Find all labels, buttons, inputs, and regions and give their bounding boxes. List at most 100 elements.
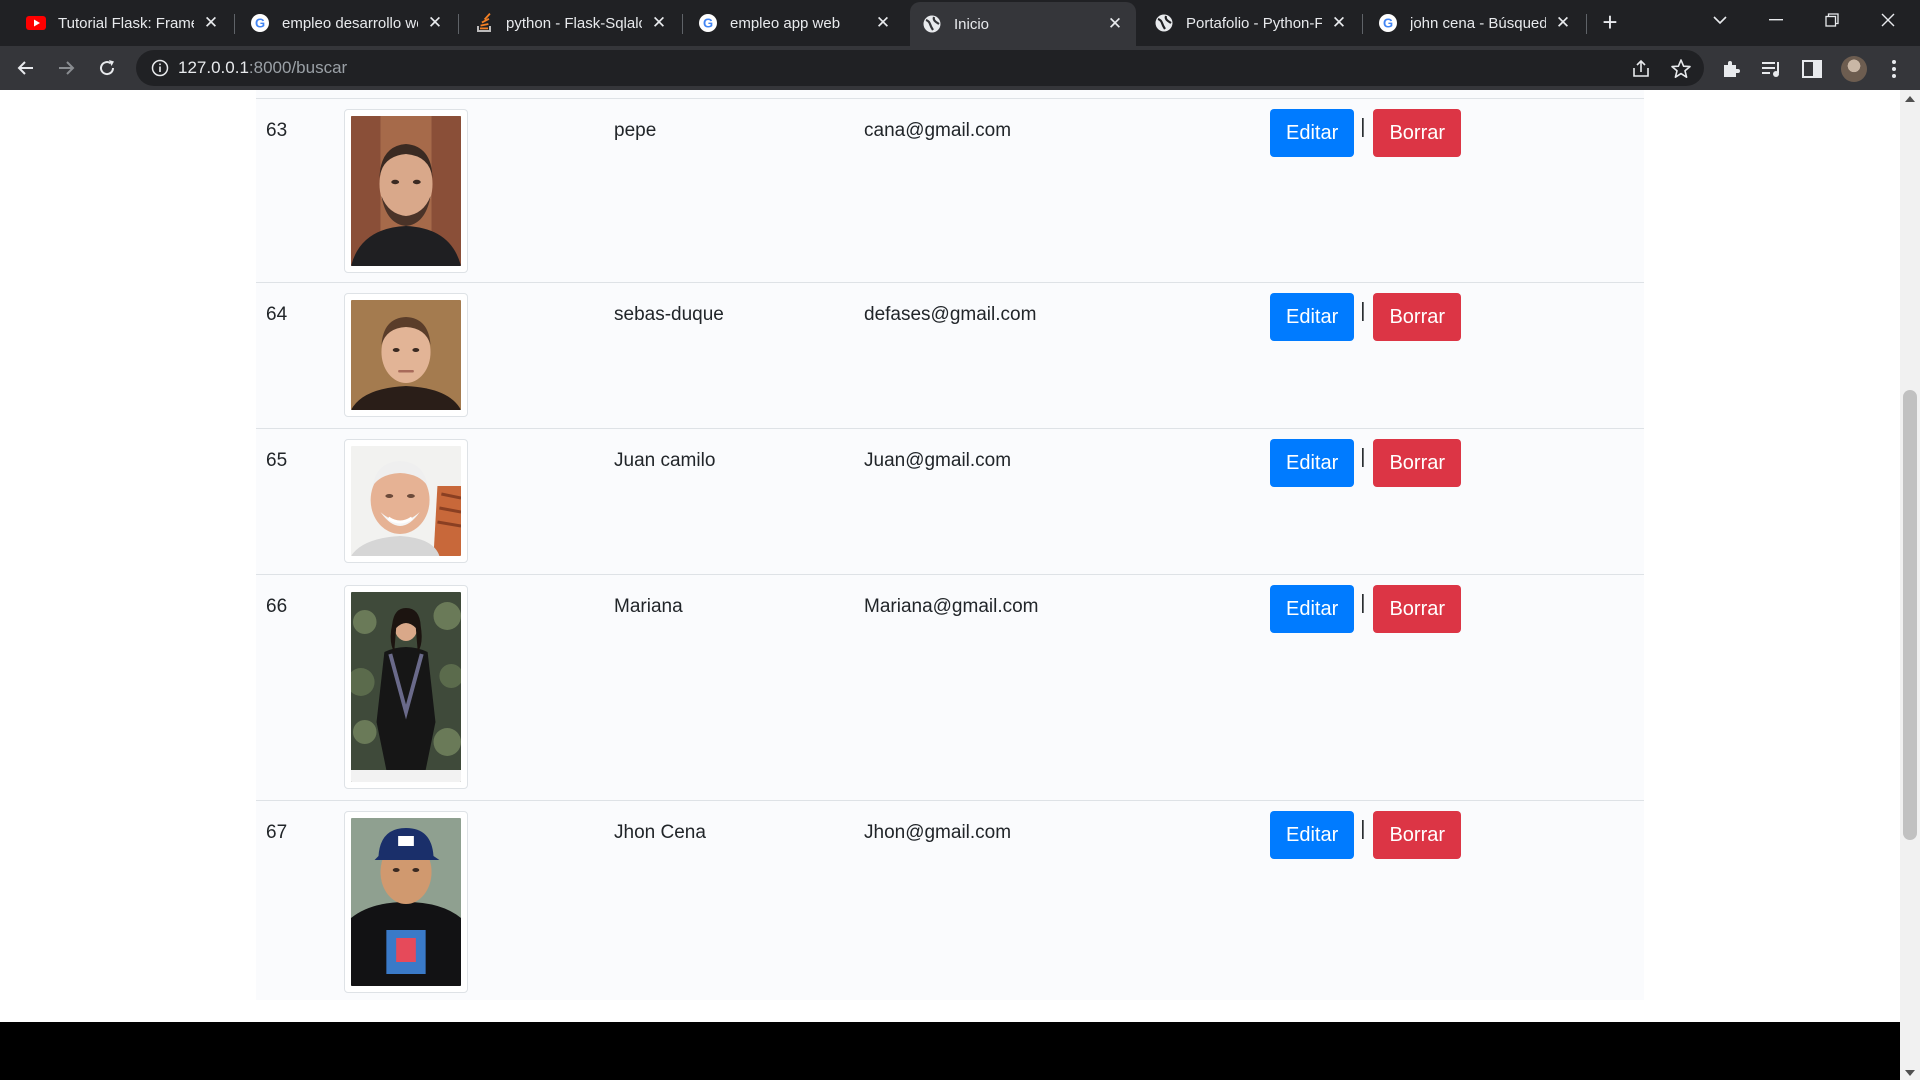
restore-icon[interactable] bbox=[1804, 0, 1860, 40]
photo-man-beard bbox=[351, 116, 461, 266]
tab-title: john cena - Búsqueda bbox=[1410, 14, 1546, 32]
action-separator: | bbox=[1360, 445, 1366, 468]
tab-python-flask-sqlalchemy[interactable]: python - Flask-Sqlalch ✕ bbox=[462, 4, 680, 42]
tab-separator bbox=[458, 14, 459, 34]
delete-button[interactable]: Borrar bbox=[1373, 811, 1462, 859]
photo-old-man bbox=[351, 446, 462, 556]
delete-button[interactable]: Borrar bbox=[1373, 439, 1462, 487]
tab-separator bbox=[1362, 14, 1363, 34]
tab-separator bbox=[1586, 14, 1587, 34]
bookmark-star-icon[interactable] bbox=[1670, 58, 1692, 80]
close-icon[interactable]: ✕ bbox=[1554, 14, 1572, 32]
back-icon[interactable] bbox=[10, 52, 42, 84]
profile-avatar[interactable] bbox=[1841, 56, 1867, 82]
row-id: 65 bbox=[266, 450, 288, 471]
page-scrollbar[interactable] bbox=[1900, 90, 1920, 1080]
close-window-icon[interactable] bbox=[1860, 0, 1916, 40]
close-icon[interactable]: ✕ bbox=[1106, 15, 1124, 33]
photo-woman bbox=[347, 592, 463, 782]
row-email: Juan@gmail.com bbox=[864, 450, 1012, 471]
new-tab-button[interactable]: + bbox=[1596, 8, 1624, 36]
browser-tab-strip: Tutorial Flask: Framew ✕ G empleo desarr… bbox=[0, 0, 1920, 46]
close-icon[interactable]: ✕ bbox=[202, 14, 220, 32]
row-email: Mariana@gmail.com bbox=[864, 596, 1039, 617]
close-icon[interactable]: ✕ bbox=[426, 14, 444, 32]
edit-button[interactable]: Editar bbox=[1270, 109, 1355, 157]
table-row: 64 sebas-duque defases@gmail.com Editar … bbox=[256, 282, 1644, 428]
google-icon: G bbox=[698, 13, 718, 33]
user-photo-thumbnail bbox=[344, 293, 468, 417]
tab-title: Portafolio - Python-Fl bbox=[1186, 14, 1322, 32]
delete-button[interactable]: Borrar bbox=[1373, 293, 1462, 341]
site-info-icon[interactable] bbox=[150, 58, 170, 78]
photo-man-short-hair bbox=[351, 300, 461, 410]
svg-text:G: G bbox=[703, 16, 713, 31]
url-path: :8000/buscar bbox=[248, 58, 348, 77]
forward-icon[interactable] bbox=[50, 52, 82, 84]
action-separator: | bbox=[1360, 299, 1366, 322]
url-host: 127.0.0.1 bbox=[178, 58, 249, 77]
google-icon: G bbox=[250, 13, 270, 33]
menu-kebab-icon[interactable] bbox=[1882, 57, 1906, 81]
share-icon[interactable] bbox=[1630, 58, 1652, 80]
tab-empleo-app-web[interactable]: G empleo app web ✕ bbox=[686, 4, 904, 42]
row-id: 66 bbox=[266, 596, 288, 617]
close-icon[interactable]: ✕ bbox=[874, 14, 892, 32]
row-email: cana@gmail.com bbox=[864, 120, 1012, 141]
delete-button[interactable]: Borrar bbox=[1373, 109, 1462, 157]
scroll-down-arrow-icon[interactable] bbox=[1905, 1070, 1915, 1076]
edit-button[interactable]: Editar bbox=[1270, 585, 1355, 633]
globe-icon bbox=[1154, 13, 1174, 33]
tab-portafolio[interactable]: Portafolio - Python-Fl ✕ bbox=[1142, 4, 1360, 42]
row-actions: Editar | Borrar bbox=[1270, 293, 1462, 341]
delete-button[interactable]: Borrar bbox=[1373, 585, 1462, 633]
edit-button[interactable]: Editar bbox=[1270, 811, 1355, 859]
scrollbar-thumb[interactable] bbox=[1903, 390, 1917, 840]
user-photo-thumbnail bbox=[344, 439, 468, 563]
row-name: Juan camilo bbox=[614, 450, 716, 471]
url-text: 127.0.0.1:8000/buscar bbox=[178, 50, 347, 86]
reload-icon[interactable] bbox=[91, 52, 123, 84]
page-viewport: 63 pepe cana@gmail.com Editar | Borrar 6… bbox=[0, 90, 1900, 1080]
minimize-icon[interactable] bbox=[1748, 0, 1804, 40]
edit-button[interactable]: Editar bbox=[1270, 293, 1355, 341]
svg-text:G: G bbox=[1383, 16, 1393, 31]
tab-john-cena-busqueda[interactable]: G john cena - Búsqueda ✕ bbox=[1366, 4, 1584, 42]
row-name: Jhon Cena bbox=[614, 822, 706, 843]
address-bar[interactable]: 127.0.0.1:8000/buscar bbox=[136, 50, 1704, 86]
table-row: 63 pepe cana@gmail.com Editar | Borrar bbox=[256, 99, 1644, 282]
side-panel-icon[interactable] bbox=[1800, 57, 1824, 81]
row-name: Mariana bbox=[614, 596, 683, 617]
tab-title: Tutorial Flask: Framew bbox=[58, 14, 194, 32]
tab-empleo-desarrollo[interactable]: G empleo desarrollo we ✕ bbox=[238, 4, 456, 42]
photo-man-cap bbox=[351, 818, 461, 986]
browser-toolbar: 127.0.0.1:8000/buscar bbox=[0, 46, 1920, 90]
action-separator: | bbox=[1360, 115, 1366, 138]
scroll-up-arrow-icon[interactable] bbox=[1905, 96, 1915, 102]
tab-separator bbox=[682, 14, 683, 34]
user-photo-thumbnail bbox=[344, 585, 468, 789]
user-photo-thumbnail bbox=[344, 109, 468, 273]
globe-icon bbox=[922, 14, 942, 34]
extensions-icon[interactable] bbox=[1720, 57, 1744, 81]
youtube-icon bbox=[26, 13, 46, 33]
close-icon[interactable]: ✕ bbox=[1330, 14, 1348, 32]
action-separator: | bbox=[1360, 817, 1366, 840]
edit-button[interactable]: Editar bbox=[1270, 439, 1355, 487]
tab-title: empleo desarrollo we bbox=[282, 14, 418, 32]
tab-tutorial-flask[interactable]: Tutorial Flask: Framew ✕ bbox=[14, 4, 232, 42]
tab-inicio[interactable]: Inicio ✕ bbox=[910, 2, 1136, 46]
row-actions: Editar | Borrar bbox=[1270, 585, 1462, 633]
tab-title: Inicio bbox=[954, 15, 990, 33]
row-name: pepe bbox=[614, 120, 657, 141]
close-icon[interactable]: ✕ bbox=[650, 14, 668, 32]
users-table: 63 pepe cana@gmail.com Editar | Borrar 6… bbox=[256, 90, 1644, 1000]
tab-title: python - Flask-Sqlalch bbox=[506, 14, 642, 32]
table-row: 67 Jhon Cena Jhon@gmail.com Editar | Bor… bbox=[256, 800, 1644, 1000]
tab-search-chevron-icon[interactable] bbox=[1692, 0, 1748, 40]
media-queue-icon[interactable] bbox=[1760, 57, 1784, 81]
row-id: 64 bbox=[266, 304, 288, 325]
row-actions: Editar | Borrar bbox=[1270, 811, 1462, 859]
table-row: 66 Mariana Mariana@gmail.com Editar | Bo… bbox=[256, 574, 1644, 800]
svg-text:G: G bbox=[255, 16, 265, 31]
